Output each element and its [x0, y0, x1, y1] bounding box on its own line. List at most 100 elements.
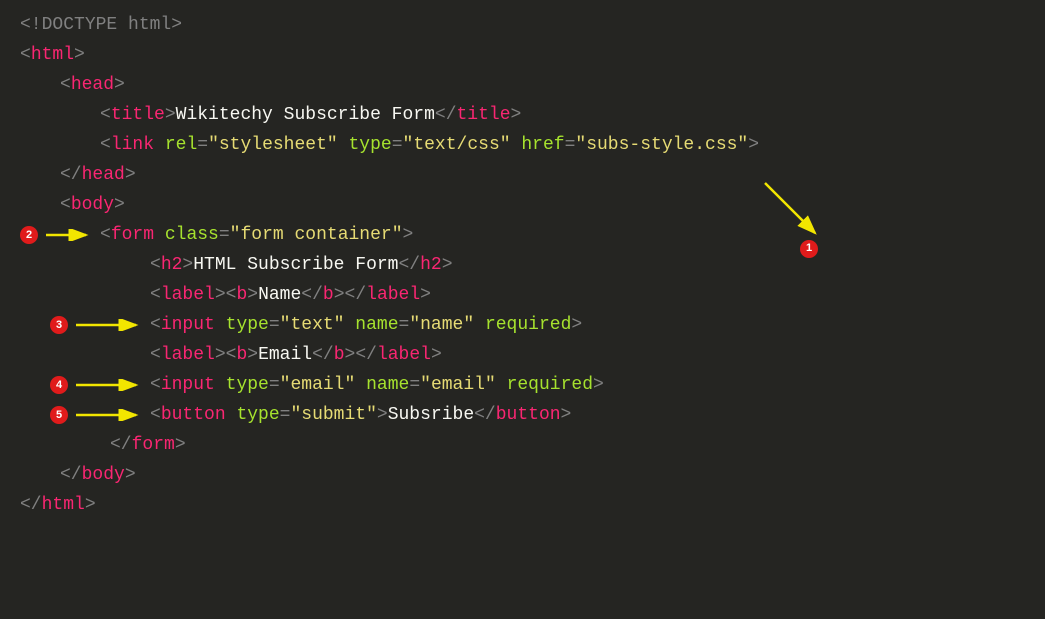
code-line: <body> [20, 190, 1025, 220]
punct: < [60, 75, 71, 95]
punct: > [247, 285, 258, 305]
punct: < [60, 195, 71, 215]
callout-marker-4: 4 [50, 376, 68, 394]
punct: </ [474, 405, 496, 425]
tag: input [161, 375, 215, 395]
punct: > [420, 285, 431, 305]
punct: </ [20, 495, 42, 515]
callout-2: 2 [20, 226, 94, 244]
punct: < [150, 345, 161, 365]
tag: link [111, 135, 154, 155]
tag: label [366, 285, 420, 305]
punct: > [125, 165, 136, 185]
attr: rel [165, 135, 197, 155]
punct: </ [60, 465, 82, 485]
punct: > [85, 495, 96, 515]
punct: < [100, 105, 111, 125]
tag: title [111, 105, 165, 125]
punct: </ [345, 285, 367, 305]
code-line: 2 <form class="form container"> [20, 220, 1025, 250]
punct: < [226, 285, 237, 305]
attr: type [349, 135, 392, 155]
string: "submit" [290, 405, 376, 425]
punct: = [219, 225, 230, 245]
arrow-right-icon [44, 229, 94, 241]
punct: = [399, 315, 410, 335]
callout-5: 5 [50, 406, 144, 424]
punct: > [377, 405, 388, 425]
punct: < [100, 135, 111, 155]
punct: > [334, 285, 345, 305]
attr: required [507, 375, 593, 395]
punct: = [280, 405, 291, 425]
attr: type [226, 315, 269, 335]
punct: < [150, 375, 161, 395]
tag: title [457, 105, 511, 125]
tag: b [236, 285, 247, 305]
punct: < [150, 405, 161, 425]
tag: head [82, 165, 125, 185]
punct: > [171, 15, 182, 35]
string: "text/css" [403, 135, 511, 155]
punct: > [442, 255, 453, 275]
punct: > [182, 255, 193, 275]
punct: </ [312, 345, 334, 365]
doctype: DOCTYPE html [42, 15, 172, 35]
punct: </ [60, 165, 82, 185]
code-line: </form> [20, 430, 1025, 460]
punct: = [565, 135, 576, 155]
punct: > [511, 105, 522, 125]
attr: class [165, 225, 219, 245]
punct: </ [301, 285, 323, 305]
punct: </ [355, 345, 377, 365]
code-line: </head> [20, 160, 1025, 190]
code-line: <label><b>Name</b></label> [20, 280, 1025, 310]
code-line: <link rel="stylesheet" type="text/css" h… [20, 130, 1025, 160]
tag: label [377, 345, 431, 365]
tag: form [132, 435, 175, 455]
punct: < [100, 225, 111, 245]
punct: > [175, 435, 186, 455]
code-line: </html> [20, 490, 1025, 520]
punct: = [269, 315, 280, 335]
punct: > [165, 105, 176, 125]
code-line: </body> [20, 460, 1025, 490]
string: "email" [420, 375, 496, 395]
code-line: 3 <input type="text" name="name" require… [20, 310, 1025, 340]
punct: = [269, 375, 280, 395]
text: HTML Subscribe Form [193, 255, 398, 275]
tag: input [161, 315, 215, 335]
punct: < [20, 45, 31, 65]
callout-marker-2: 2 [20, 226, 38, 244]
string: "subs-style.css" [575, 135, 748, 155]
punct: > [345, 345, 356, 365]
tag: html [31, 45, 74, 65]
punct: > [403, 225, 414, 245]
string: "form container" [230, 225, 403, 245]
arrow-right-icon [74, 379, 144, 391]
punct: > [114, 75, 125, 95]
punct: </ [110, 435, 132, 455]
code-line: <title>Wikitechy Subscribe Form</title> [20, 100, 1025, 130]
tag: body [82, 465, 125, 485]
punct: > [215, 285, 226, 305]
tag: button [161, 405, 226, 425]
punct: </ [398, 255, 420, 275]
punct: > [571, 315, 582, 335]
callout-3: 3 [50, 316, 144, 334]
code-line: 5 <button type="submit">Subsribe</button… [20, 400, 1025, 430]
punct: < [150, 255, 161, 275]
tag: label [161, 285, 215, 305]
arrow-right-icon [74, 409, 144, 421]
punct: = [409, 375, 420, 395]
code-line: <head> [20, 70, 1025, 100]
attr: href [521, 135, 564, 155]
attr: type [226, 375, 269, 395]
callout-marker-3: 3 [50, 316, 68, 334]
punct: > [74, 45, 85, 65]
punct: > [114, 195, 125, 215]
tag: h2 [161, 255, 183, 275]
text: Email [258, 345, 312, 365]
attr: name [366, 375, 409, 395]
punct: > [247, 345, 258, 365]
